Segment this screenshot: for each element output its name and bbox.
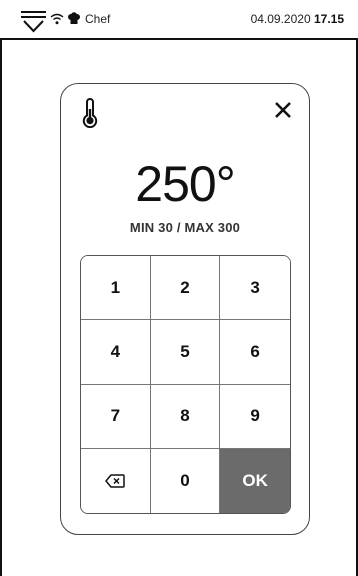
key-0[interactable]: 0 (150, 448, 221, 513)
backspace-icon (105, 474, 126, 488)
key-7[interactable]: 7 (81, 384, 151, 449)
key-3[interactable]: 3 (220, 256, 290, 321)
key-6[interactable]: 6 (220, 320, 290, 385)
menu-down-icon[interactable] (20, 10, 47, 34)
wifi-icon (50, 13, 64, 25)
temperature-dialog: 250° MIN 30 / MAX 300 1 2 3 4 5 6 7 8 9 … (60, 83, 310, 535)
key-5[interactable]: 5 (150, 320, 221, 385)
thermometer-icon (82, 98, 98, 128)
temperature-value: 250° (135, 156, 235, 212)
close-icon[interactable] (271, 98, 295, 122)
key-8[interactable]: 8 (150, 384, 221, 449)
key-2[interactable]: 2 (150, 256, 221, 321)
date-time: 04.09.2020 17.15 (251, 12, 344, 26)
date-text: 04.09.2020 (250, 12, 311, 26)
backspace-key[interactable] (81, 448, 151, 513)
status-bar: Chef 04.09.2020 17.15 (0, 0, 358, 40)
key-4[interactable]: 4 (81, 320, 151, 385)
key-9[interactable]: 9 (220, 384, 290, 449)
range-label: MIN 30 / MAX 300 (129, 220, 241, 235)
time-text: 17.15 (313, 12, 344, 26)
user-label: Chef (85, 12, 111, 26)
chef-hat-icon (68, 12, 80, 24)
ok-button[interactable]: OK (220, 448, 290, 513)
key-1[interactable]: 1 (81, 256, 151, 321)
numeric-keypad: 1 2 3 4 5 6 7 8 9 0 OK (80, 255, 291, 514)
